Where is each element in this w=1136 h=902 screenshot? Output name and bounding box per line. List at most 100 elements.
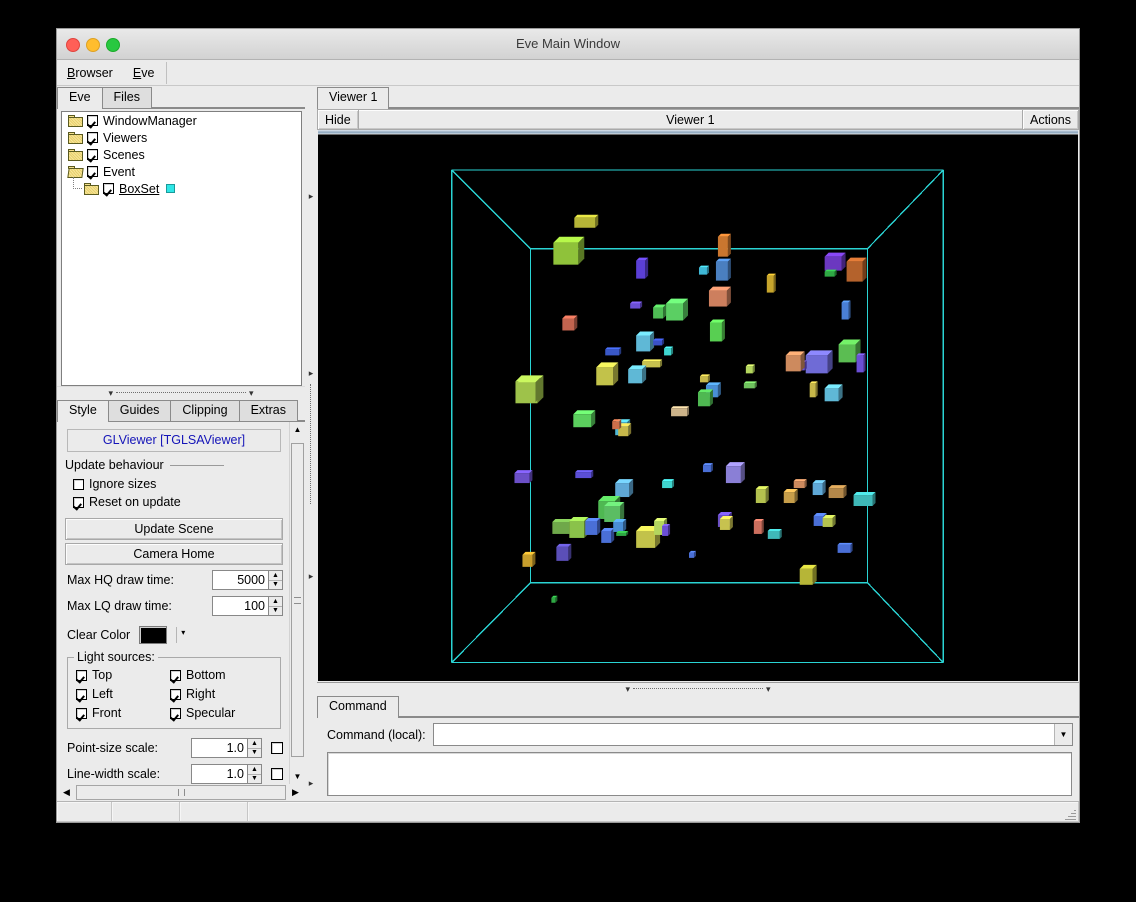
tab-extras[interactable]: Extras	[238, 400, 299, 421]
checkbox-light-left[interactable]: Left	[76, 685, 170, 703]
tree-item-checkbox[interactable]	[87, 115, 98, 126]
tree-item-checkbox[interactable]	[87, 149, 98, 160]
tab-files[interactable]: Files	[101, 87, 152, 108]
tab-clipping[interactable]: Clipping	[170, 400, 240, 421]
checkbox-light-front[interactable]: Front	[76, 704, 170, 722]
tab-viewer-1[interactable]: Viewer 1	[317, 87, 390, 109]
max-hq-spinner[interactable]: ▲ ▼	[268, 570, 283, 590]
light-specular-checkbox[interactable]	[170, 707, 181, 719]
chevron-down-icon[interactable]: ▾	[249, 389, 254, 398]
spinner-down-icon[interactable]: ▼	[248, 749, 261, 758]
point-size-spinner[interactable]: ▲ ▼	[247, 738, 262, 758]
scroll-down-icon[interactable]: ▼	[290, 769, 305, 784]
window-titlebar[interactable]: Eve Main Window	[57, 29, 1079, 60]
menu-eve[interactable]: Eve	[123, 60, 165, 85]
menu-browser[interactable]: Browser	[57, 60, 123, 85]
tab-guides[interactable]: Guides	[107, 400, 172, 421]
tree-item-checkbox[interactable]	[103, 183, 114, 194]
light-bottom-checkbox[interactable]	[170, 669, 181, 681]
max-lq-draw-time-field[interactable]: ▲ ▼	[212, 596, 283, 616]
max-lq-draw-time-input[interactable]	[212, 596, 268, 616]
chevron-down-icon[interactable]: ▾	[766, 685, 771, 694]
chevron-down-icon[interactable]: ▾	[176, 627, 189, 643]
chevron-right-icon[interactable]: ▸	[309, 368, 314, 379]
tab-eve[interactable]: Eve	[57, 87, 103, 109]
hscroll-thumb[interactable]	[76, 785, 286, 800]
light-right-checkbox[interactable]	[170, 688, 181, 700]
checkbox-reset-on-update[interactable]: Reset on update	[73, 493, 283, 511]
spinner-up-icon[interactable]: ▲	[248, 739, 261, 749]
tree-item-event[interactable]: Event	[62, 163, 301, 180]
chevron-down-icon[interactable]: ▾	[108, 389, 113, 398]
chevron-right-icon[interactable]: ▸	[309, 778, 314, 789]
light-top-checkbox[interactable]	[76, 669, 87, 681]
tree-item-label[interactable]: BoxSet	[119, 182, 159, 196]
spinner-down-icon[interactable]: ▼	[248, 775, 261, 784]
checkbox-light-specular[interactable]: Specular	[170, 704, 274, 722]
spinner-down-icon[interactable]: ▼	[269, 607, 282, 616]
camera-home-button[interactable]: Camera Home	[65, 543, 283, 565]
spinner-up-icon[interactable]: ▲	[269, 571, 282, 581]
checkbox-light-bottom[interactable]: Bottom	[170, 666, 274, 684]
line-width-scale-checkbox[interactable]	[271, 768, 283, 780]
light-left-checkbox[interactable]	[76, 688, 87, 700]
tree-item-boxset[interactable]: BoxSet	[62, 177, 301, 197]
spinner-up-icon[interactable]: ▲	[248, 765, 261, 775]
line-width-scale-input[interactable]	[191, 764, 247, 784]
spinner-up-icon[interactable]: ▲	[269, 597, 282, 607]
point-size-scale-input[interactable]	[191, 738, 247, 758]
max-hq-draw-time-field[interactable]: ▲ ▼	[212, 570, 283, 590]
update-scene-button[interactable]: Update Scene	[65, 518, 283, 540]
scroll-up-icon[interactable]: ▲	[290, 422, 305, 437]
gl-scene-svg[interactable]	[318, 135, 1078, 681]
window-title: Eve Main Window	[515, 36, 621, 51]
chevron-right-icon[interactable]: ▸	[309, 191, 314, 202]
line-width-spinner[interactable]: ▲ ▼	[247, 764, 262, 784]
status-cell-1	[57, 802, 112, 822]
tree-item-scenes[interactable]: Scenes	[62, 146, 301, 163]
hide-button[interactable]: Hide	[317, 109, 359, 130]
style-panel-vertical-scrollbar[interactable]: ▲ ▼	[289, 422, 305, 784]
style-panel-horizontal-scrollbar[interactable]: ◀ ▶	[57, 784, 305, 801]
command-input[interactable]	[433, 724, 1054, 745]
tree-item-checkbox[interactable]	[87, 132, 98, 143]
checkbox-ignore-sizes[interactable]: Ignore sizes	[73, 475, 283, 493]
gl-viewer-canvas[interactable]	[318, 135, 1078, 681]
tree-item-windowmanager[interactable]: WindowManager	[62, 112, 301, 129]
scroll-left-icon[interactable]: ◀	[59, 787, 74, 798]
command-log[interactable]	[327, 752, 1072, 796]
viewer-command-splitter[interactable]: ▾ ▾	[317, 682, 1079, 695]
scroll-right-icon[interactable]: ▶	[288, 787, 303, 798]
vscroll-thumb[interactable]	[291, 443, 304, 757]
chevron-down-icon[interactable]: ▼	[1054, 724, 1072, 745]
checkbox-light-top[interactable]: Top	[76, 666, 170, 684]
resize-grip-icon[interactable]	[1065, 809, 1076, 820]
boxset-color-swatch[interactable]	[166, 184, 176, 193]
ignore-sizes-checkbox[interactable]	[73, 478, 84, 490]
line-width-scale-field[interactable]: ▲ ▼	[191, 764, 262, 784]
light-front-checkbox[interactable]	[76, 707, 87, 719]
checkbox-light-right[interactable]: Right	[170, 685, 274, 703]
point-size-scale-checkbox[interactable]	[271, 742, 283, 754]
browser-panel: Eve Files WindowManager Viewers Scenes E…	[57, 86, 305, 801]
vscroll-grip-icon	[294, 596, 301, 604]
chevron-down-icon[interactable]: ▾	[625, 685, 630, 694]
max-hq-draw-time-input[interactable]	[212, 570, 268, 590]
spinner-down-icon[interactable]: ▼	[269, 581, 282, 590]
max-lq-spinner[interactable]: ▲ ▼	[268, 596, 283, 616]
point-size-scale-field[interactable]: ▲ ▼	[191, 738, 262, 758]
eve-tree[interactable]: WindowManager Viewers Scenes Event BoxSe…	[61, 111, 302, 386]
clear-color-swatch[interactable]	[139, 626, 168, 644]
tree-item-viewers[interactable]: Viewers	[62, 129, 301, 146]
folder-icon	[68, 131, 84, 144]
tab-style[interactable]: Style	[57, 400, 109, 422]
chevron-right-icon[interactable]: ▸	[309, 571, 314, 582]
reset-on-update-checkbox[interactable]	[73, 496, 84, 508]
main-vertical-splitter[interactable]: ▸ ▸ ▸ ▸	[305, 86, 317, 801]
tab-command[interactable]: Command	[317, 696, 399, 718]
command-combobox[interactable]: ▼	[432, 723, 1073, 746]
actions-button[interactable]: Actions	[1022, 109, 1079, 130]
tree-item-checkbox[interactable]	[87, 166, 98, 177]
vscroll-track[interactable]	[290, 437, 305, 769]
browser-style-splitter[interactable]: ▾ ▾	[57, 386, 305, 399]
